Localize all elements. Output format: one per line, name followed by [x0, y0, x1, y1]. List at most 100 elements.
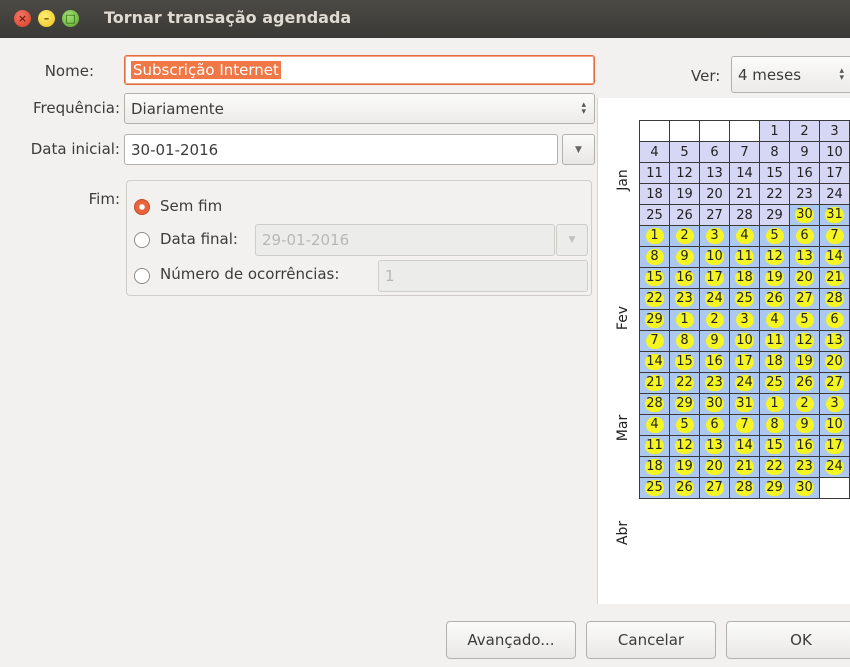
calendar-day-cell[interactable]: 11 — [759, 330, 790, 352]
calendar-day-cell[interactable]: 16 — [789, 162, 820, 184]
calendar-day-cell[interactable]: 8 — [759, 414, 790, 436]
calendar-day-cell[interactable]: 17 — [819, 435, 850, 457]
calendar-day-cell[interactable]: 31 — [729, 393, 760, 415]
calendar-day-cell[interactable]: 25 — [759, 372, 790, 394]
calendar-day-cell[interactable]: 2 — [699, 309, 730, 331]
calendar-day-cell[interactable]: 28 — [639, 393, 670, 415]
name-field[interactable]: Subscrição Internet — [124, 55, 595, 85]
calendar-day-cell[interactable]: 11 — [729, 246, 760, 268]
calendar-day-cell[interactable]: 14 — [729, 435, 760, 457]
calendar-day-cell[interactable]: 25 — [639, 204, 670, 226]
calendar-day-cell[interactable]: 26 — [669, 204, 700, 226]
calendar-day-cell[interactable]: 19 — [669, 456, 700, 478]
calendar-day-cell[interactable]: 22 — [639, 288, 670, 310]
calendar-day-cell[interactable]: 24 — [699, 288, 730, 310]
calendar-day-cell[interactable]: 27 — [699, 477, 730, 499]
calendar-day-cell[interactable]: 4 — [639, 414, 670, 436]
calendar-day-cell[interactable]: 5 — [669, 414, 700, 436]
calendar-day-cell[interactable]: 10 — [819, 141, 850, 163]
calendar-day-cell[interactable]: 6 — [789, 225, 820, 247]
calendar-day-cell[interactable]: 13 — [699, 435, 730, 457]
end-date-dropdown-button[interactable]: ▼ — [556, 224, 588, 256]
calendar-day-cell[interactable]: 17 — [729, 351, 760, 373]
calendar-day-cell[interactable]: 16 — [699, 351, 730, 373]
calendar-day-cell[interactable]: 27 — [819, 372, 850, 394]
calendar-day-cell[interactable]: 21 — [729, 456, 760, 478]
calendar-day-cell[interactable]: 4 — [639, 141, 670, 163]
calendar-day-cell[interactable]: 9 — [789, 414, 820, 436]
calendar-day-cell[interactable]: 18 — [639, 456, 670, 478]
calendar-day-cell[interactable]: 18 — [759, 351, 790, 373]
calendar-day-cell[interactable]: 10 — [729, 330, 760, 352]
calendar-day-cell[interactable]: 3 — [819, 120, 850, 142]
calendar-day-cell[interactable]: 22 — [669, 372, 700, 394]
calendar-day-cell[interactable]: 31 — [819, 204, 850, 226]
calendar-day-cell[interactable]: 11 — [639, 435, 670, 457]
radio-occurrences-label[interactable]: Número de ocorrências: — [160, 265, 339, 283]
calendar-day-cell[interactable]: 4 — [759, 309, 790, 331]
maximize-icon[interactable]: □ — [62, 10, 79, 27]
calendar-day-cell[interactable]: 24 — [819, 456, 850, 478]
calendar-day-cell[interactable]: 12 — [669, 162, 700, 184]
radio-end-date[interactable] — [134, 232, 150, 248]
calendar-day-cell[interactable]: 11 — [639, 162, 670, 184]
radio-end-date-label[interactable]: Data final: — [160, 230, 238, 248]
radio-occurrences[interactable] — [134, 268, 150, 284]
calendar-day-cell[interactable]: 5 — [759, 225, 790, 247]
calendar-day-cell[interactable]: 20 — [699, 456, 730, 478]
calendar-day-cell[interactable]: 14 — [819, 246, 850, 268]
calendar-day-cell[interactable]: 21 — [729, 183, 760, 205]
calendar-day-cell[interactable]: 23 — [699, 372, 730, 394]
calendar-day-cell[interactable]: 24 — [729, 372, 760, 394]
calendar-day-cell[interactable]: 27 — [789, 288, 820, 310]
calendar-day-cell[interactable]: 29 — [759, 204, 790, 226]
calendar-day-cell[interactable]: 1 — [759, 120, 790, 142]
calendar-day-cell[interactable]: 6 — [699, 141, 730, 163]
view-combo[interactable]: 4 meses ▴ ▾ — [731, 56, 850, 93]
calendar-day-cell[interactable]: 29 — [759, 477, 790, 499]
calendar-day-cell[interactable]: 15 — [759, 435, 790, 457]
calendar-day-cell[interactable]: 19 — [789, 351, 820, 373]
calendar-day-cell[interactable]: 12 — [669, 435, 700, 457]
calendar-day-cell[interactable]: 26 — [789, 372, 820, 394]
calendar-day-cell[interactable]: 22 — [759, 456, 790, 478]
ok-button[interactable]: OK — [726, 621, 850, 659]
calendar-day-cell[interactable]: 17 — [819, 162, 850, 184]
calendar-day-cell[interactable]: 30 — [789, 204, 820, 226]
calendar-day-cell[interactable]: 29 — [639, 309, 670, 331]
calendar-day-cell[interactable]: 22 — [759, 183, 790, 205]
end-date-field[interactable]: 29-01-2016 — [255, 224, 555, 256]
calendar-day-cell[interactable]: 17 — [699, 267, 730, 289]
calendar-day-cell[interactable]: 23 — [669, 288, 700, 310]
calendar-day-cell[interactable]: 15 — [639, 267, 670, 289]
calendar-day-cell[interactable]: 28 — [729, 204, 760, 226]
calendar-day-cell[interactable]: 6 — [699, 414, 730, 436]
calendar-day-cell[interactable]: 28 — [819, 288, 850, 310]
calendar-day-cell[interactable]: 27 — [699, 204, 730, 226]
calendar-day-cell[interactable]: 3 — [819, 393, 850, 415]
calendar-day-cell[interactable]: 26 — [759, 288, 790, 310]
calendar-day-cell[interactable]: 23 — [789, 183, 820, 205]
radio-no-end[interactable] — [134, 199, 150, 215]
calendar-day-cell[interactable]: 26 — [669, 477, 700, 499]
calendar-day-cell[interactable]: 23 — [789, 456, 820, 478]
calendar-day-cell[interactable]: 13 — [789, 246, 820, 268]
occurrences-field[interactable]: 1 — [378, 260, 588, 292]
start-date-field[interactable]: 30-01-2016 — [124, 134, 558, 165]
calendar-day-cell[interactable]: 1 — [669, 309, 700, 331]
calendar-day-cell[interactable]: 6 — [819, 309, 850, 331]
calendar-day-cell[interactable]: 7 — [819, 225, 850, 247]
calendar-day-cell[interactable]: 5 — [789, 309, 820, 331]
calendar-day-cell[interactable]: 14 — [639, 351, 670, 373]
calendar-day-cell[interactable]: 25 — [729, 288, 760, 310]
close-icon[interactable]: × — [14, 10, 31, 27]
calendar-day-cell[interactable]: 9 — [669, 246, 700, 268]
calendar-day-cell[interactable]: 7 — [729, 414, 760, 436]
advanced-button[interactable]: Avançado... — [446, 621, 576, 659]
calendar-day-cell[interactable]: 9 — [789, 141, 820, 163]
calendar-day-cell[interactable]: 18 — [639, 183, 670, 205]
calendar-day-cell[interactable]: 12 — [759, 246, 790, 268]
calendar-day-cell[interactable]: 10 — [699, 246, 730, 268]
calendar-day-cell[interactable]: 13 — [819, 330, 850, 352]
calendar-day-cell[interactable]: 30 — [789, 477, 820, 499]
